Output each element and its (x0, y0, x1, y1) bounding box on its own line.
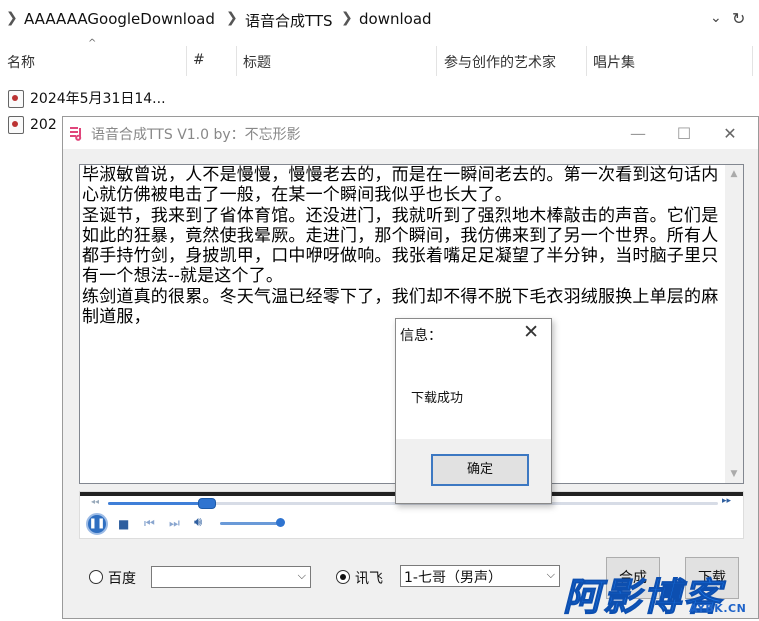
pause-button[interactable]: ❚❚ (86, 513, 108, 535)
seek-handle[interactable] (197, 498, 216, 509)
minimize-icon[interactable]: — (615, 121, 661, 147)
xunfei-voice-value: 1-七哥（男声） (404, 570, 502, 586)
chevron-down-icon[interactable]: ⌄ (710, 10, 722, 26)
stop-icon[interactable]: ■ (118, 517, 129, 531)
radio-baidu-label[interactable]: 百度 (108, 568, 136, 588)
column-title[interactable]: 标题 (243, 52, 271, 72)
column-album[interactable]: 唱片集 (593, 52, 635, 72)
ok-button[interactable]: 确定 (431, 454, 529, 486)
column-divider[interactable] (586, 46, 587, 76)
chevron-down-icon: ⌵ (297, 569, 306, 582)
breadcrumb-item[interactable]: download (359, 10, 432, 28)
address-bar: ❯ AAAAAAGoogleDownload ❯ 语音合成TTS ❯ downl… (0, 0, 759, 40)
seek-progress (108, 502, 206, 505)
radio-baidu[interactable] (89, 570, 103, 584)
breadcrumb-item[interactable]: AAAAAAGoogleDownload (24, 10, 215, 28)
tts-text-content: 毕淑敏曾说，人不是慢慢，慢慢老去的，而是在一瞬间老去的。第一次看到这句话内心就仿… (82, 165, 719, 328)
chevron-right-icon: ❯ (341, 10, 353, 26)
volume-icon[interactable]: 🔊︎ (194, 515, 202, 530)
pause-icon: ❚❚ (88, 518, 106, 529)
refresh-icon[interactable]: ↻ (732, 9, 745, 28)
column-divider[interactable] (186, 46, 187, 76)
app-logo-icon (70, 127, 82, 141)
radio-xunfei[interactable] (336, 570, 350, 584)
dialog-title: 信息： (400, 328, 442, 344)
column-name[interactable]: 名称 (7, 52, 35, 72)
file-row[interactable]: 2024年5月31日14... (8, 88, 166, 112)
radio-xunfei-label[interactable]: 讯飞 (355, 568, 383, 588)
volume-track[interactable] (220, 522, 284, 525)
file-row[interactable]: 202 (8, 116, 57, 140)
column-divider[interactable] (236, 46, 237, 76)
sort-ascending-icon: ^ (88, 38, 97, 49)
title-bar[interactable]: 语音合成TTS V1.0 by：不忘形影 — ☐ ✕ (63, 117, 758, 149)
previous-icon[interactable]: ⏮ (144, 516, 155, 531)
maximize-icon[interactable]: ☐ (661, 121, 707, 147)
audio-file-icon (8, 116, 24, 134)
chevron-right-icon: ❯ (6, 10, 18, 26)
watermark-logo: 阿影博客 AYBK.CN (562, 566, 759, 620)
column-number[interactable]: # (193, 52, 205, 68)
close-icon[interactable]: ✕ (707, 121, 753, 147)
audio-file-icon (8, 90, 24, 108)
file-name: 2024年5月31日14... (30, 91, 166, 107)
fast-forward-small-icon[interactable]: ▸▸ (722, 496, 731, 506)
column-divider[interactable] (752, 46, 753, 76)
rewind-small-icon[interactable]: ◂◂ (91, 497, 99, 506)
chevron-right-icon: ❯ (226, 10, 238, 26)
breadcrumb-item[interactable]: 语音合成TTS (245, 10, 333, 31)
xunfei-voice-select[interactable]: 1-七哥（男声） ⌵ (400, 565, 560, 587)
column-artist[interactable]: 参与创作的艺术家 (444, 52, 556, 72)
close-icon[interactable]: ✕ (523, 321, 539, 343)
watermark-domain: AYBK.CN (689, 602, 747, 615)
scroll-up-icon[interactable]: ▲ (725, 169, 743, 179)
next-icon[interactable]: ⏭ (169, 516, 180, 531)
column-divider[interactable] (436, 46, 437, 76)
volume-handle[interactable] (276, 518, 285, 527)
column-header-row: 名称 # 标题 参与创作的艺术家 唱片集 (0, 44, 759, 76)
info-dialog: 信息： ✕ 下载成功 确定 (395, 318, 552, 504)
vertical-scrollbar[interactable]: ▲ ▼ (725, 165, 743, 483)
window-title: 语音合成TTS V1.0 by：不忘形影 (91, 127, 301, 143)
file-name: 202 (30, 117, 57, 133)
dialog-message: 下载成功 (411, 391, 464, 406)
scroll-down-icon[interactable]: ▼ (725, 469, 743, 479)
baidu-voice-select[interactable]: ⌵ (151, 566, 311, 588)
chevron-down-icon: ⌵ (546, 568, 555, 581)
